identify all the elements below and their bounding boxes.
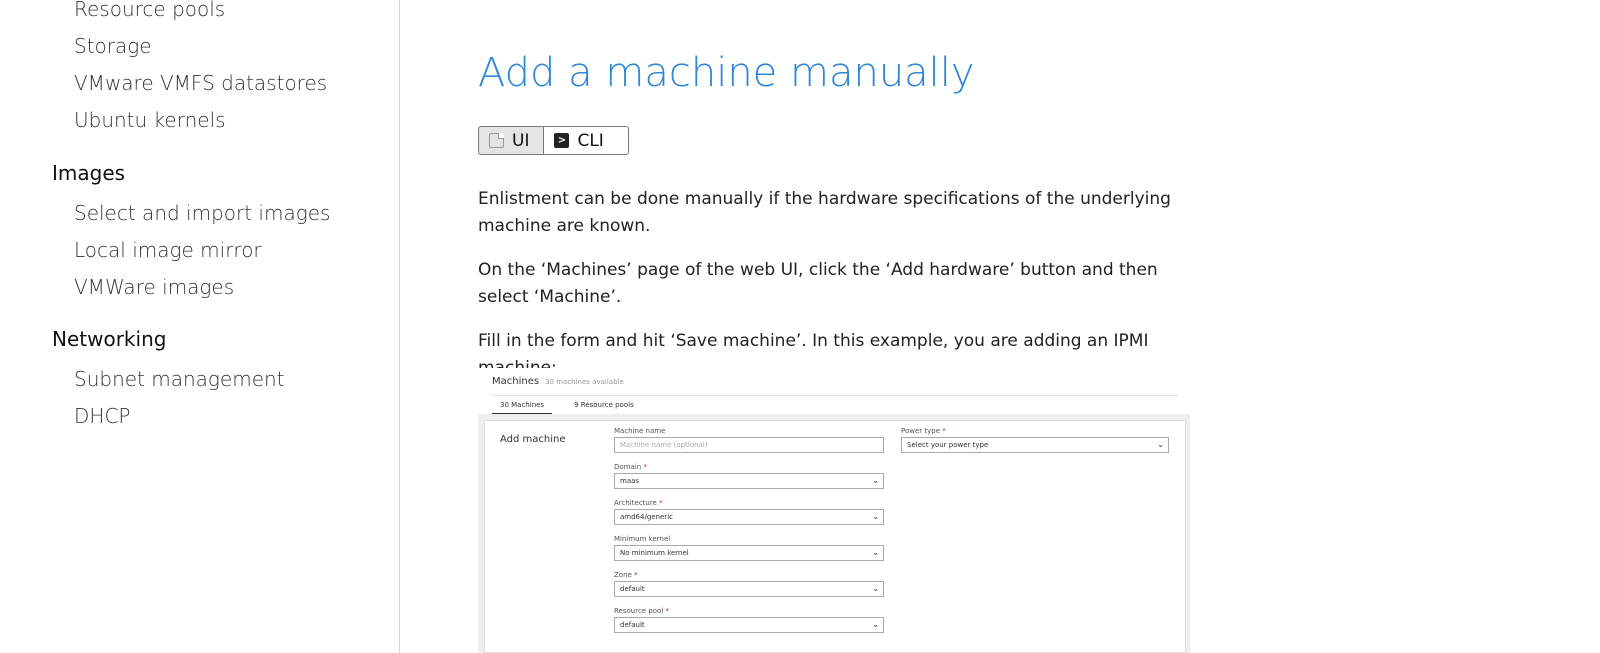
domain-field: Domain * maas ⌄	[614, 463, 884, 489]
terminal-icon: >	[554, 133, 570, 148]
tab-ui[interactable]: UI	[478, 126, 545, 155]
machine-name-field: Machine name Machine name (optional)	[614, 427, 884, 453]
add-machine-screenshot: Machines 30 machines available 30 Machine…	[478, 368, 1190, 653]
screenshot-tab-machines: 30 Machines	[492, 398, 553, 415]
screenshot-header-subtitle: 30 machines available	[545, 378, 624, 386]
resource-pool-label: Resource pool *	[614, 607, 670, 615]
domain-label: Domain *	[614, 463, 647, 471]
panel-title: Add machine	[500, 434, 566, 445]
chevron-down-icon: ⌄	[872, 476, 879, 485]
divider	[492, 395, 1178, 396]
power-type-field: Power type * Select your power type ⌄	[901, 427, 1169, 453]
chevron-down-icon: ⌄	[1157, 440, 1164, 449]
sidebar-item-ubuntu-kernels[interactable]: Ubuntu kernels	[74, 108, 226, 132]
tab-cli[interactable]: > CLI	[544, 126, 629, 155]
sidebar-heading-networking[interactable]: Networking	[52, 327, 166, 351]
architecture-field: Architecture * amd64/generic ⌄	[614, 499, 884, 525]
zone-label: Zone *	[614, 571, 638, 579]
paragraph-machines-page: On the ‘Machines’ page of the web UI, cl…	[478, 260, 1158, 307]
sidebar-item-resource-pools[interactable]: Resource pools	[74, 0, 225, 21]
tab-cli-label: CLI	[577, 130, 604, 151]
paragraph-enlistment: Enlistment can be done manually if the h…	[478, 189, 1171, 236]
domain-select: maas ⌄	[614, 473, 884, 489]
screenshot-tab-resource-pools: 9 Resource pools	[574, 401, 634, 409]
sidebar-item-vmware-images[interactable]: VMWare images	[74, 275, 234, 299]
power-type-label: Power type *	[901, 427, 946, 435]
sidebar-item-vmware-vmfs-datastores[interactable]: VMware VMFS datastores	[74, 71, 327, 95]
view-tabs: UI > CLI	[478, 126, 629, 155]
sidebar-item-local-image-mirror[interactable]: Local image mirror	[74, 238, 262, 262]
screenshot-tabs: 30 Machines 9 Resource pools	[492, 398, 642, 415]
chevron-down-icon: ⌄	[872, 512, 879, 521]
zone-field: Zone * default ⌄	[614, 571, 884, 597]
machine-name-label: Machine name	[614, 427, 666, 435]
resource-pool-select: default ⌄	[614, 617, 884, 633]
minimum-kernel-field: Minimum kernel No minimum kernel ⌄	[614, 535, 884, 561]
sidebar-item-dhcp[interactable]: DHCP	[74, 404, 130, 428]
screenshot-header-title: Machines	[492, 376, 540, 387]
minimum-kernel-label: Minimum kernel	[614, 535, 671, 543]
screenshot-header: Machines 30 machines available	[492, 376, 624, 387]
machine-name-input: Machine name (optional)	[614, 437, 884, 453]
zone-select: default ⌄	[614, 581, 884, 597]
architecture-select: amd64/generic ⌄	[614, 509, 884, 525]
minimum-kernel-select: No minimum kernel ⌄	[614, 545, 884, 561]
chevron-down-icon: ⌄	[872, 548, 879, 557]
resource-pool-field: Resource pool * default ⌄	[614, 607, 884, 633]
tab-ui-label: UI	[512, 130, 530, 151]
architecture-label: Architecture *	[614, 499, 663, 507]
document-icon	[489, 133, 504, 148]
sidebar-item-select-and-import-images[interactable]: Select and import images	[74, 201, 330, 225]
sidebar-nav: Resource pools Storage VMware VMFS datas…	[0, 0, 400, 653]
sidebar-heading-images[interactable]: Images	[52, 161, 125, 185]
chevron-down-icon: ⌄	[872, 584, 879, 593]
page-title: Add a machine manually	[478, 50, 975, 96]
chevron-down-icon: ⌄	[872, 620, 879, 629]
sidebar-item-subnet-management[interactable]: Subnet management	[74, 367, 285, 391]
power-type-select: Select your power type ⌄	[901, 437, 1169, 453]
sidebar-item-storage[interactable]: Storage	[74, 34, 152, 58]
